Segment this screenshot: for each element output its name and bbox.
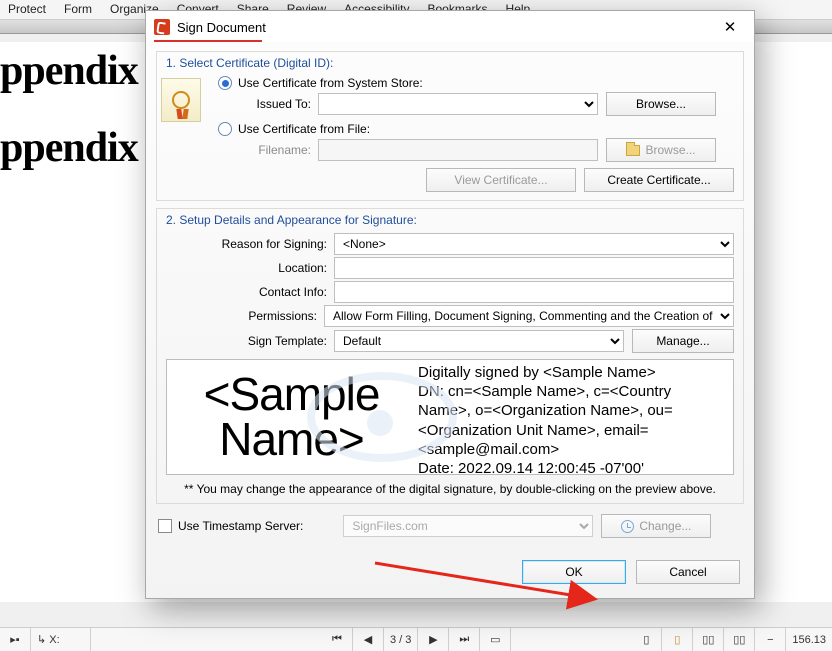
sb-page-prev-icon[interactable]: ◀ bbox=[353, 628, 384, 651]
menu-form[interactable]: Form bbox=[64, 2, 92, 17]
contact-label: Contact Info: bbox=[166, 285, 334, 299]
setup-details-group: 2. Setup Details and Appearance for Sign… bbox=[156, 208, 744, 504]
manage-templates-button[interactable]: Manage... bbox=[632, 329, 734, 353]
sb-layout-4-icon[interactable]: ▯▯ bbox=[724, 628, 755, 651]
contact-input[interactable] bbox=[334, 281, 734, 303]
annotation-underline bbox=[154, 40, 262, 42]
sign-document-dialog: Sign Document ✕ 1. Select Certificate (D… bbox=[145, 10, 755, 599]
template-select[interactable]: Default bbox=[334, 330, 624, 352]
permissions-select[interactable]: Allow Form Filling, Document Signing, Co… bbox=[324, 305, 734, 327]
signature-hint-text: ** You may change the appearance of the … bbox=[157, 478, 743, 503]
certificate-icon bbox=[161, 78, 201, 122]
sb-page-indicator[interactable]: 3 / 3 bbox=[384, 628, 418, 651]
signature-details-block: Digitally signed by <Sample Name> DN: cn… bbox=[416, 360, 733, 474]
change-timestamp-button: Change... bbox=[601, 514, 711, 538]
radio-from-file-label: Use Certificate from File: bbox=[238, 122, 370, 136]
select-certificate-group: 1. Select Certificate (Digital ID): Use … bbox=[156, 51, 744, 201]
ok-button[interactable]: OK bbox=[522, 560, 626, 584]
sb-page-first-icon[interactable]: ⏮ bbox=[322, 628, 353, 651]
browse-system-button[interactable]: Browse... bbox=[606, 92, 716, 116]
app-icon bbox=[154, 19, 170, 35]
cancel-button[interactable]: Cancel bbox=[636, 560, 740, 584]
statusbar: ▸▪ ↳ X: ⏮ ◀ 3 / 3 ▶ ⏭ ▭ ▯ ▯ ▯▯ ▯▯ − 156.… bbox=[0, 627, 832, 651]
dialog-titlebar: Sign Document ✕ bbox=[146, 11, 754, 42]
view-certificate-button: View Certificate... bbox=[426, 168, 576, 192]
location-input[interactable] bbox=[334, 257, 734, 279]
filename-input bbox=[318, 139, 598, 161]
filename-label: Filename: bbox=[218, 143, 318, 157]
use-timestamp-label: Use Timestamp Server: bbox=[178, 519, 303, 533]
issued-to-select[interactable] bbox=[318, 93, 598, 115]
location-label: Location: bbox=[166, 261, 334, 275]
close-button[interactable]: ✕ bbox=[714, 16, 746, 38]
issued-to-label: Issued To: bbox=[218, 97, 318, 111]
sb-page-last-icon[interactable]: ⏭ bbox=[449, 628, 480, 651]
sb-layout-1-icon[interactable]: ▯ bbox=[631, 628, 662, 651]
reason-select[interactable]: <None> bbox=[334, 233, 734, 255]
radio-system-store[interactable] bbox=[218, 76, 232, 90]
sb-view-mode-icon[interactable]: ▭ bbox=[480, 628, 511, 651]
folder-icon bbox=[626, 145, 640, 156]
use-timestamp-checkbox[interactable] bbox=[158, 519, 172, 533]
menu-protect[interactable]: Protect bbox=[8, 2, 46, 17]
section2-title: 2. Setup Details and Appearance for Sign… bbox=[157, 209, 743, 231]
dialog-title: Sign Document bbox=[177, 20, 266, 35]
timestamp-row: Use Timestamp Server: SignFiles.com Chan… bbox=[158, 514, 742, 538]
radio-system-store-label: Use Certificate from System Store: bbox=[238, 76, 423, 90]
permissions-label: Permissions: bbox=[166, 309, 324, 323]
signature-preview[interactable]: <Sample Name> Digitally signed by <Sampl… bbox=[166, 359, 734, 475]
sb-layout-3-icon[interactable]: ▯▯ bbox=[693, 628, 724, 651]
reason-label: Reason for Signing: bbox=[166, 237, 334, 251]
sb-page-next-icon[interactable]: ▶ bbox=[418, 628, 449, 651]
template-label: Sign Template: bbox=[166, 334, 334, 348]
sb-layout-2-icon[interactable]: ▯ bbox=[662, 628, 693, 651]
section1-title: 1. Select Certificate (Digital ID): bbox=[157, 52, 743, 74]
sb-zoom-out-icon[interactable]: − bbox=[755, 628, 786, 651]
create-certificate-button[interactable]: Create Certificate... bbox=[584, 168, 734, 192]
sb-zoom-value[interactable]: 156.13 bbox=[786, 628, 832, 651]
sig-line-date: Date: 2022.09.14 12:00:45 -07'00' bbox=[418, 459, 727, 475]
radio-from-file[interactable] bbox=[218, 122, 232, 136]
browse-file-button: Browse... bbox=[606, 138, 716, 162]
sig-line-dn: DN: cn=<Sample Name>, c=<Country Name>, … bbox=[418, 382, 727, 459]
sb-coord: ↳ X: bbox=[31, 628, 91, 651]
sig-line-signed-by: Digitally signed by <Sample Name> bbox=[418, 363, 727, 382]
dialog-footer: OK Cancel bbox=[146, 550, 754, 598]
timestamp-server-select: SignFiles.com bbox=[343, 515, 593, 537]
clock-icon bbox=[621, 520, 634, 533]
watermark-eye-icon bbox=[307, 372, 457, 462]
sb-options-icon[interactable]: ▸▪ bbox=[0, 628, 31, 651]
